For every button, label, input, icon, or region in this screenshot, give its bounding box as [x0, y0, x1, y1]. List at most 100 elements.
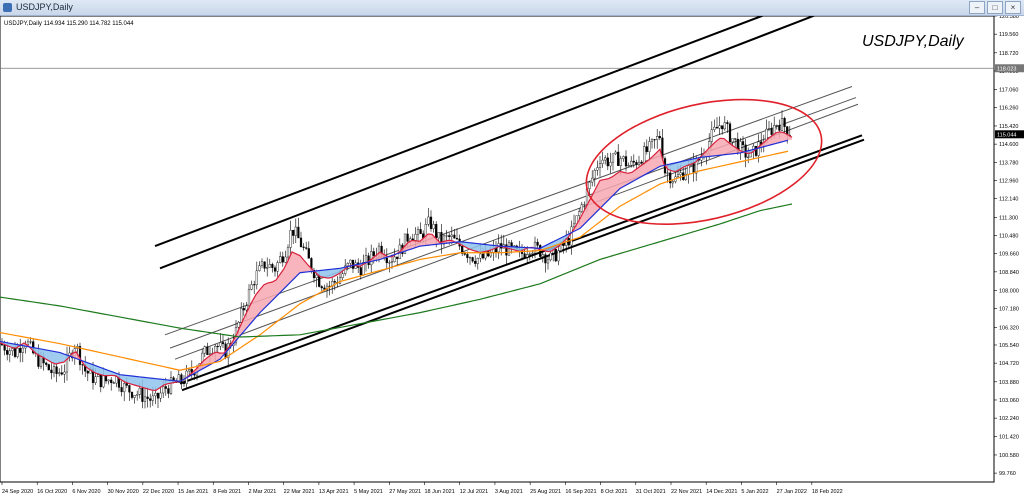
candle-body: [97, 375, 99, 377]
candle-body: [781, 118, 783, 130]
candle-body: [448, 236, 450, 237]
close-icon[interactable]: ×: [1005, 1, 1021, 14]
x-tick-label: 16 Sep 2021: [565, 489, 596, 495]
y-tick-label: 119.560: [999, 32, 1018, 38]
candle-body: [721, 126, 723, 129]
candle-body: [207, 347, 209, 355]
maximize-icon[interactable]: □: [987, 1, 1003, 14]
y-tick-label: 111.300: [999, 215, 1018, 221]
candle-body: [295, 227, 297, 236]
candle-body: [300, 238, 302, 247]
candle-body: [742, 141, 744, 144]
y-tick-label: 102.240: [999, 416, 1019, 422]
chart-window-icon: [3, 3, 12, 12]
candle-body: [617, 152, 619, 166]
candle-body: [22, 348, 24, 353]
candle-body: [365, 256, 367, 262]
candle-body: [719, 126, 721, 129]
candle-body: [727, 122, 729, 123]
candle-body: [285, 257, 287, 262]
y-tick-label: 108.840: [999, 270, 1019, 276]
candle-body: [654, 139, 656, 140]
candle-body: [48, 365, 50, 370]
candle-body: [350, 260, 352, 263]
candle-body: [747, 157, 749, 158]
candle-body: [79, 346, 81, 364]
candle-body: [305, 248, 307, 249]
candle-body: [17, 348, 19, 357]
x-tick-label: 5 May 2021: [354, 489, 383, 495]
candle-body: [131, 392, 133, 397]
y-tick-label: 112.140: [999, 197, 1018, 203]
candle-body: [121, 387, 123, 391]
candle-body: [61, 373, 63, 375]
candle-body: [651, 139, 653, 141]
candle-body: [183, 382, 185, 383]
y-tick-label: 103.880: [999, 380, 1019, 386]
price-chart[interactable]: USDJPY,Daily 114.934 115.290 114.782 115…: [0, 16, 1024, 498]
candle-body: [165, 387, 167, 389]
candle-body: [95, 377, 97, 383]
y-tick-label: 114.600: [999, 142, 1018, 148]
candle-body: [51, 370, 53, 373]
candle-body: [589, 182, 591, 189]
candle-body: [321, 287, 323, 288]
candle-body: [108, 380, 110, 381]
x-tick-label: 24 Sep 2020: [2, 489, 33, 495]
candle-body: [134, 395, 136, 397]
candle-body: [56, 367, 58, 374]
candle-body: [264, 262, 266, 269]
chart-area[interactable]: USDJPY,Daily 114.934 115.290 114.782 115…: [0, 16, 1024, 498]
candle-body: [599, 164, 601, 168]
candle-body: [391, 262, 393, 263]
x-tick-label: 25 Aug 2021: [530, 489, 561, 495]
candle-body: [316, 275, 318, 278]
candle-body: [352, 260, 354, 268]
candle-body: [240, 308, 242, 322]
candle-body: [625, 156, 627, 166]
candle-body: [389, 263, 391, 264]
candle-body: [155, 393, 157, 396]
candle-body: [272, 264, 274, 268]
candle-body: [12, 349, 14, 351]
candle-body: [464, 254, 466, 255]
candle-body: [636, 162, 638, 164]
y-tick-label: 112.960: [999, 178, 1018, 184]
x-tick-label: 18 Feb 2022: [812, 489, 843, 495]
candle-body: [467, 254, 469, 257]
candle-body: [160, 393, 162, 398]
candle-body: [602, 160, 604, 164]
candle-body: [446, 236, 448, 237]
y-tick-label: 115.420: [999, 124, 1018, 130]
y-tick-label: 104.720: [999, 361, 1019, 367]
candle-body: [529, 254, 531, 255]
x-tick-label: 2 Mar 2021: [248, 489, 276, 495]
candle-body: [303, 247, 305, 248]
candle-body: [415, 234, 417, 240]
y-tick-label: 106.320: [999, 326, 1019, 332]
candle-body: [498, 243, 500, 251]
ma-cloud-segment: [780, 132, 784, 143]
candle-body: [547, 260, 549, 263]
candle-body: [526, 254, 528, 257]
candle-body: [456, 238, 458, 239]
candle-body: [259, 266, 261, 271]
candle-body: [623, 156, 625, 158]
candle-body: [643, 147, 645, 164]
candle-body: [610, 162, 612, 166]
candle-body: [604, 158, 606, 160]
candle-body: [615, 152, 617, 154]
candle-body: [274, 268, 276, 272]
x-tick-label: 27 Jan 2022: [777, 489, 807, 495]
candle-body: [755, 146, 757, 155]
candle-body: [9, 351, 11, 355]
candle-body: [27, 342, 29, 345]
candle-body: [110, 380, 112, 383]
candle-body: [292, 230, 294, 235]
candle-body: [573, 224, 575, 227]
candle-body: [220, 342, 222, 346]
candle-body: [472, 257, 474, 261]
minimize-icon[interactable]: –: [969, 1, 985, 14]
x-tick-label: 31 Oct 2021: [636, 489, 666, 495]
candle-body: [451, 235, 453, 237]
